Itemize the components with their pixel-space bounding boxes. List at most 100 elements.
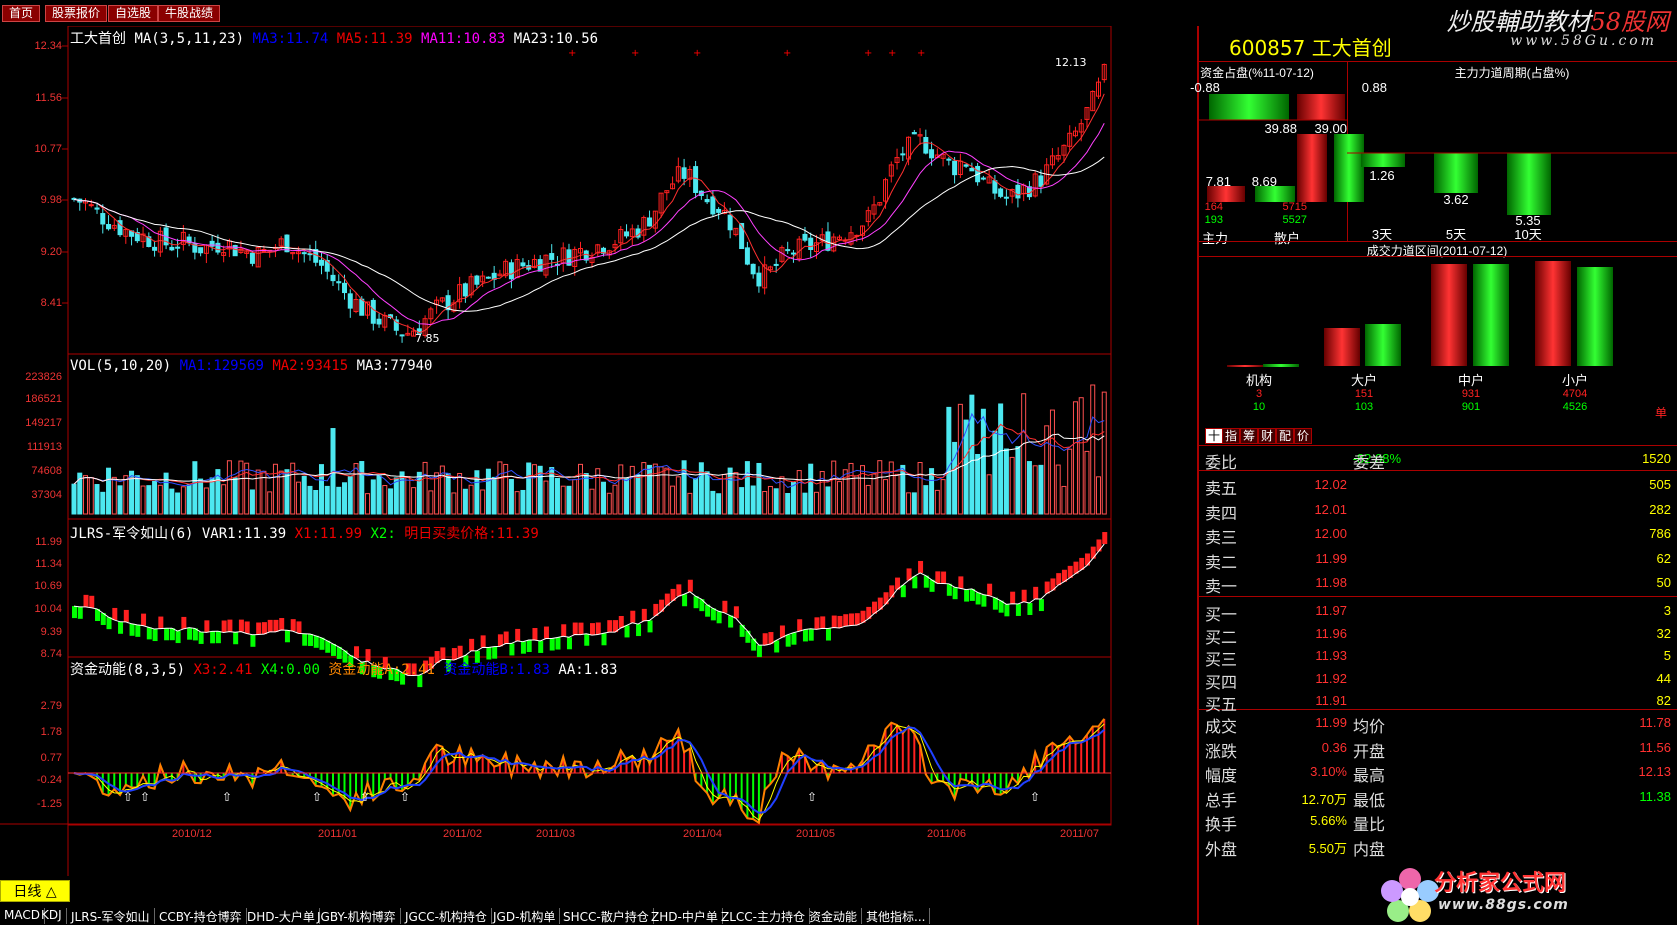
jlrs-note: 明日买卖价格:11.39 bbox=[404, 526, 539, 542]
volume-bar bbox=[1003, 448, 1009, 515]
indicator-tab[interactable]: JGBY-机构博弈 bbox=[313, 908, 401, 924]
bid-row-volume: 3 bbox=[1663, 603, 1671, 618]
bid-row[interactable]: 买一 11.97 3 bbox=[1197, 598, 1677, 624]
nav-watchlist-button[interactable]: 自选股 bbox=[108, 5, 159, 22]
fund-v2: 0.88 bbox=[1361, 80, 1387, 95]
jlrs-bar bbox=[837, 615, 843, 628]
indicator-tab[interactable]: CCBY-持仓博弈 bbox=[155, 908, 247, 924]
volume-bar bbox=[560, 485, 566, 515]
candle bbox=[106, 224, 112, 230]
volume-bar bbox=[238, 460, 244, 515]
tab-allot[interactable]: 配 bbox=[1276, 428, 1295, 444]
candle bbox=[1015, 184, 1021, 199]
ask-row-price: 11.98 bbox=[1315, 575, 1347, 590]
tab-indicator[interactable]: 指 bbox=[1222, 428, 1241, 444]
candle bbox=[88, 204, 94, 207]
volume-bar bbox=[998, 403, 1004, 515]
bid-row[interactable]: 买二 11.96 32 bbox=[1197, 621, 1677, 647]
candle bbox=[462, 283, 468, 297]
candle bbox=[929, 149, 935, 159]
indicator-tab[interactable]: 资金动能 bbox=[805, 908, 863, 924]
jlrs-title-row: JLRS-军令如山(6) VAR1:11.39 X1:11.99 X2: 明日买… bbox=[70, 523, 539, 543]
nav-quotes-button[interactable]: 股票报价 bbox=[45, 5, 108, 22]
jlrs-bar bbox=[215, 631, 221, 644]
candle bbox=[485, 276, 491, 279]
stat-value: 5.50万 bbox=[1308, 841, 1347, 856]
ask-row-label: 卖四 bbox=[1205, 503, 1238, 523]
deal-red: 3 bbox=[1255, 388, 1263, 400]
zjdn-aa: AA:1.83 bbox=[558, 662, 618, 678]
tab-chips[interactable]: 筹 bbox=[1240, 428, 1259, 444]
nav-record-button[interactable]: 牛股战绩 bbox=[158, 5, 221, 22]
ask-row[interactable]: 卖五 12.02 505 bbox=[1197, 472, 1677, 498]
jlrs-bar bbox=[849, 613, 854, 626]
volume-bar bbox=[566, 485, 572, 515]
candle bbox=[330, 274, 336, 282]
jlrs-bar bbox=[900, 585, 906, 598]
jlrs-bar bbox=[987, 583, 993, 596]
volume-bar bbox=[894, 473, 900, 515]
candle bbox=[923, 137, 929, 154]
jlrs-bar bbox=[152, 629, 158, 642]
bid-row[interactable]: 买三 11.93 5 bbox=[1197, 643, 1677, 669]
jlrs-bar bbox=[158, 616, 164, 629]
volume-bar bbox=[169, 488, 175, 515]
candle bbox=[710, 196, 716, 215]
stat-value: 0.36 bbox=[1321, 739, 1347, 755]
volume-bar bbox=[152, 480, 158, 515]
volume-bar bbox=[624, 477, 630, 515]
jlrs-bar bbox=[279, 618, 285, 631]
indicator-tab[interactable]: DHD-大户单 bbox=[243, 908, 320, 924]
bid-row[interactable]: 买四 11.92 44 bbox=[1197, 666, 1677, 692]
jlrs-bar bbox=[198, 631, 204, 644]
jlrs-bar bbox=[1038, 599, 1044, 612]
divider bbox=[1197, 470, 1677, 471]
jlrs-bar bbox=[710, 608, 716, 621]
ask-row[interactable]: 卖四 12.01 282 bbox=[1197, 497, 1677, 523]
low-price-label: 7.85 bbox=[415, 332, 440, 345]
ask-row-label: 卖二 bbox=[1205, 552, 1238, 572]
nav-home-button[interactable]: 首页 bbox=[2, 5, 41, 22]
ask-row[interactable]: 卖二 11.99 62 bbox=[1197, 546, 1677, 572]
deal-green: 10 bbox=[1252, 401, 1266, 413]
indicator-tab[interactable]: KDJ bbox=[37, 908, 67, 924]
indicator-tab[interactable]: SHCC-散户持仓 bbox=[559, 908, 654, 924]
jlrs-bar bbox=[561, 624, 567, 637]
deal-bar bbox=[1227, 365, 1263, 367]
volume-bar bbox=[572, 479, 578, 515]
tab-main[interactable]: 十 bbox=[1205, 428, 1224, 444]
kline-ytick: 9.20 bbox=[40, 246, 62, 258]
period-day-button[interactable]: 日线 △ bbox=[0, 880, 70, 902]
volume-bar bbox=[946, 406, 952, 515]
chart-canvas[interactable]: + + + + + + + ⇧ ⇧ ⇧ ⇧ ⇧ ⇧ ⇧ ⇧ bbox=[0, 26, 1191, 876]
volume-bar bbox=[88, 477, 94, 515]
jlrs-bar bbox=[164, 628, 170, 641]
ask-row[interactable]: 卖一 11.98 50 bbox=[1197, 570, 1677, 596]
volume-bar bbox=[157, 484, 163, 515]
indicator-tab[interactable]: ZHD-中户单 bbox=[647, 908, 723, 924]
jlrs-ytick: 10.04 bbox=[34, 603, 62, 615]
tab-price[interactable]: 价 bbox=[1294, 428, 1313, 444]
indicator-tab[interactable]: JGCC-机构持仓 bbox=[401, 908, 492, 924]
jlrs-bar bbox=[785, 634, 791, 647]
arrow-up-icon: ⇧ bbox=[312, 790, 322, 804]
jlrs-bar bbox=[221, 620, 227, 633]
fund-v4: 39.00 bbox=[1314, 121, 1347, 136]
volume-bar bbox=[353, 463, 359, 515]
indicator-tab[interactable]: JGD-机构单 bbox=[489, 908, 561, 924]
divider bbox=[1197, 256, 1677, 257]
indicator-tab[interactable]: ZLCC-主力持仓 bbox=[717, 908, 810, 924]
volume-bar bbox=[474, 470, 480, 515]
candle bbox=[169, 246, 175, 251]
deal-bar bbox=[1431, 264, 1467, 366]
tab-finance[interactable]: 财 bbox=[1258, 428, 1277, 444]
stat-label: 总手 bbox=[1205, 790, 1238, 810]
indicator-tab[interactable]: JLRS-军令如山 bbox=[67, 908, 155, 924]
jlrs-bar bbox=[647, 620, 653, 633]
chart-area[interactable]: + + + + + + + ⇧ ⇧ ⇧ ⇧ ⇧ ⇧ ⇧ ⇧ 工大首创 MA(3,5,11,23) MA3:1… bbox=[0, 26, 1191, 876]
volume-bar bbox=[1009, 456, 1015, 515]
volume-bar bbox=[393, 477, 399, 515]
indicator-tab[interactable]: 其他指标... bbox=[862, 908, 931, 924]
ask-row[interactable]: 卖三 12.00 786 bbox=[1197, 521, 1677, 547]
jlrs-bar bbox=[935, 571, 941, 584]
